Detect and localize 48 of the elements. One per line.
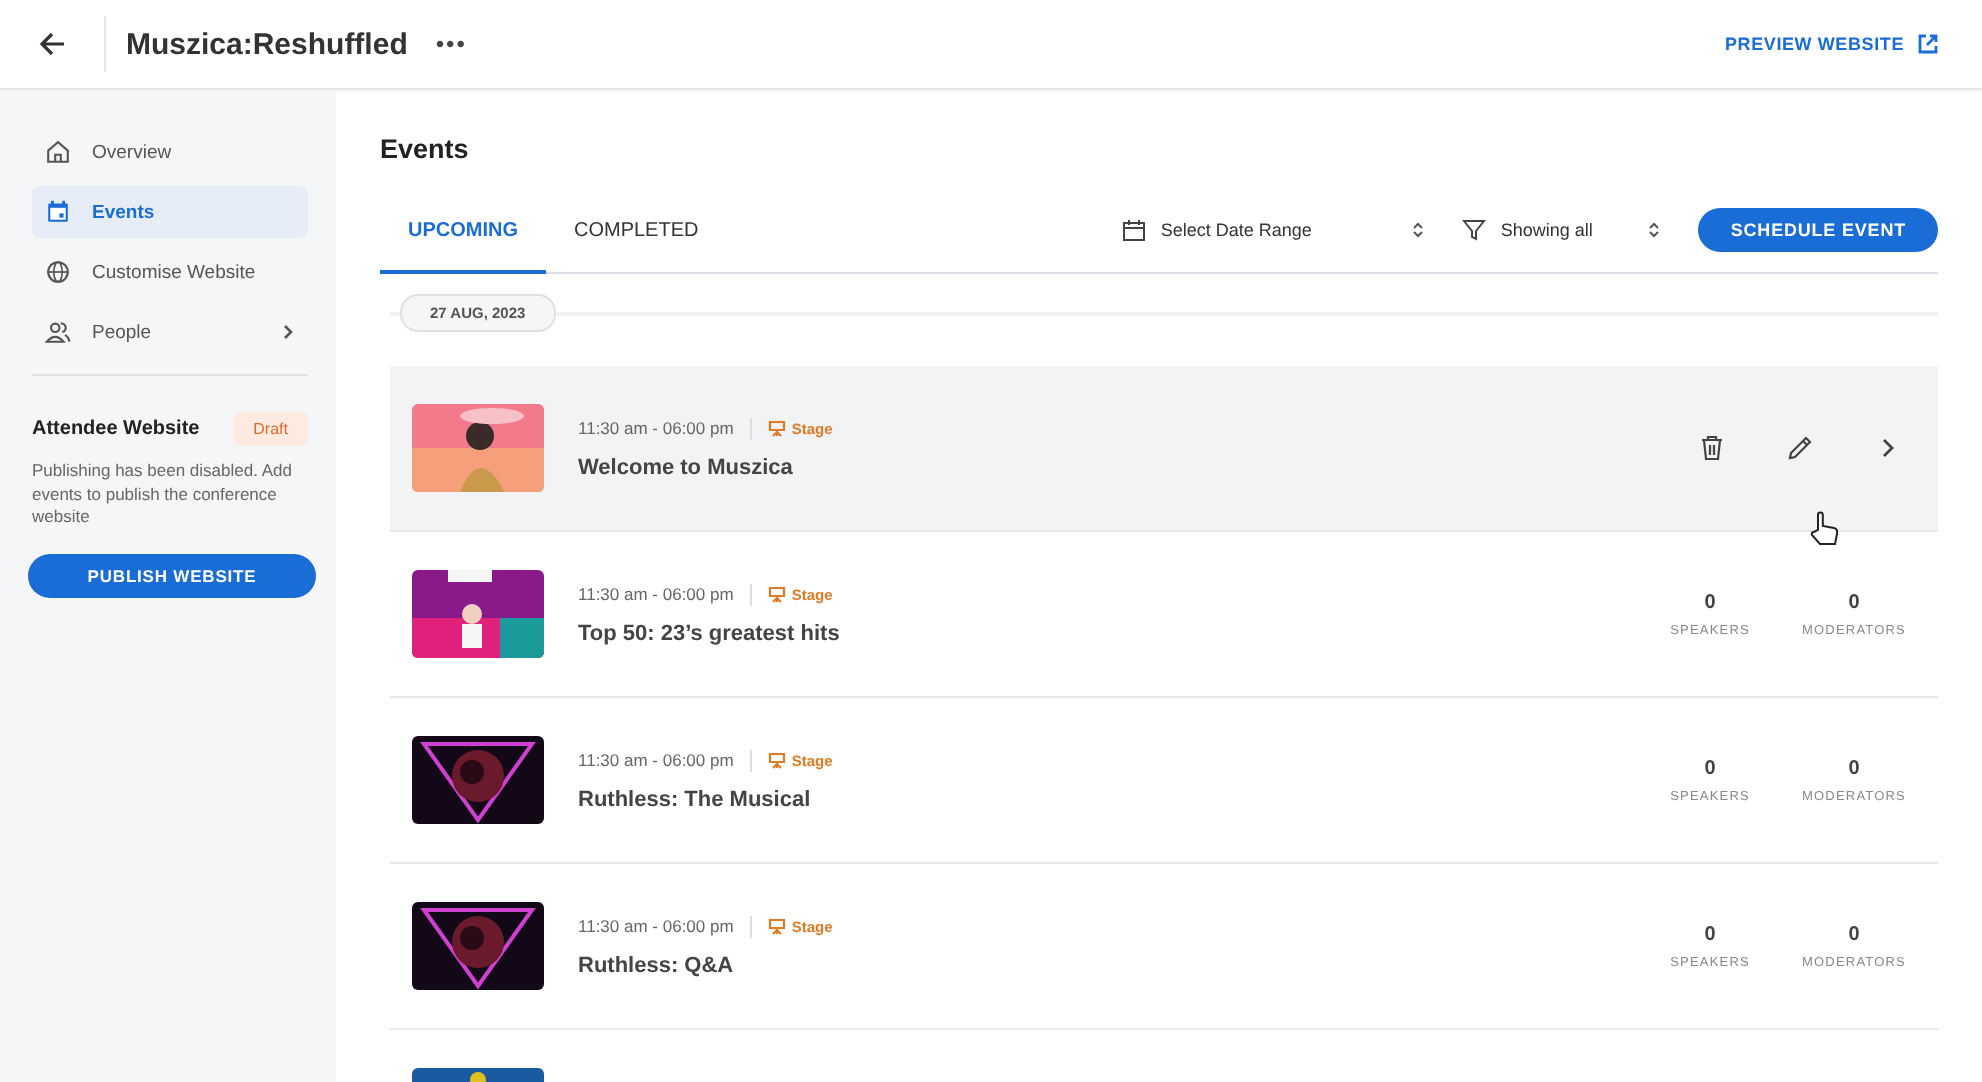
speaker-count: 0: [1704, 923, 1716, 945]
event-time: 11:30 am - 06:00 pm: [578, 916, 734, 936]
moderator-count: 0: [1848, 591, 1860, 613]
page-title: Events: [380, 134, 471, 164]
edit-icon[interactable]: [1786, 434, 1814, 462]
speaker-count: 0: [1704, 757, 1716, 779]
stage-icon: [767, 751, 786, 769]
more-menu[interactable]: •••: [435, 30, 467, 58]
draft-badge: Draft: [233, 412, 308, 446]
sidebar-item[interactable]: Events: [32, 186, 308, 238]
schedule-event-button[interactable]: SCHEDULE EVENT: [1698, 208, 1938, 252]
external-link-icon: [1918, 34, 1938, 54]
filter-select[interactable]: Showing all: [1462, 218, 1663, 242]
calendar-icon: [1122, 218, 1147, 242]
home-icon: [44, 138, 72, 166]
stage-icon: [767, 917, 786, 935]
date-range-select[interactable]: Select Date Range: [1122, 218, 1427, 242]
speaker-count: 0: [1704, 591, 1716, 613]
filter-icon: [1462, 218, 1487, 242]
tab[interactable]: UPCOMING: [380, 220, 546, 274]
event-name: Top 50: 23’s greatest hits: [578, 621, 840, 645]
sidebar-item[interactable]: Customise Website: [32, 246, 308, 298]
event-time: 11:30 am - 06:00 pm: [578, 584, 734, 604]
event-title: Muszica:Reshuffled: [126, 27, 408, 61]
sort-icon: [1646, 220, 1663, 240]
sidebar-item[interactable]: People: [32, 306, 308, 358]
event-name: Welcome to Muszica: [578, 455, 795, 479]
calendar-icon: [44, 198, 72, 226]
hand-cursor-icon: [1806, 510, 1842, 550]
stage-icon: [767, 419, 786, 437]
preview-website-link[interactable]: PREVIEW WEBSITE: [1724, 34, 1938, 54]
tab[interactable]: COMPLETED: [546, 220, 727, 274]
publish-website-button[interactable]: PUBLISH WEBSITE: [28, 553, 316, 597]
event-time: 11:30 am - 06:00 pm: [578, 750, 734, 770]
moderator-count: 0: [1848, 923, 1860, 945]
back-arrow-icon[interactable]: [36, 28, 68, 60]
people-icon: [44, 318, 72, 346]
sort-icon: [1410, 220, 1427, 240]
event-time: 11:30 am - 06:00 pm: [578, 418, 734, 438]
publish-note: Publishing has been disabled. Add events to publish the conference website: [32, 460, 294, 529]
moderator-count: 0: [1848, 757, 1860, 779]
stage-icon: [767, 585, 786, 603]
section-title: Attendee Website: [32, 418, 200, 440]
sidebar-item[interactable]: Overview: [32, 126, 308, 178]
event-name: Ruthless: The Musical: [578, 787, 813, 811]
delete-icon[interactable]: [1698, 434, 1726, 462]
globe-icon: [44, 258, 72, 286]
event-name: Ruthless: Q&A: [578, 953, 736, 977]
